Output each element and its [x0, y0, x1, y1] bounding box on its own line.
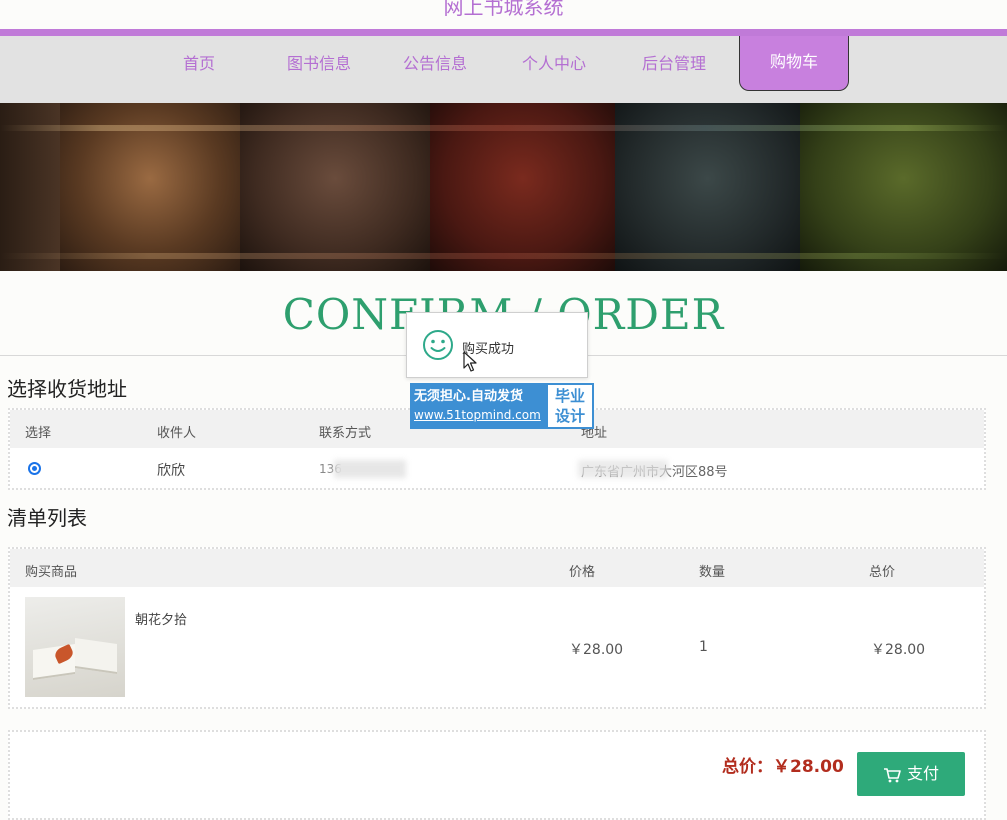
address-redaction	[578, 460, 668, 478]
item-total: ￥28.00	[871, 642, 926, 658]
nav-cart[interactable]: 购物车	[739, 36, 849, 91]
col-recipient: 收件人	[157, 426, 197, 441]
item-qty: 1	[699, 639, 708, 655]
site-title: 网上书城系统	[443, 0, 564, 19]
nav-profile[interactable]: 个人中心	[522, 50, 586, 74]
col-product: 购买商品	[25, 565, 78, 580]
nav-books[interactable]: 图书信息	[287, 50, 351, 74]
col-contact: 联系方式	[319, 426, 372, 441]
col-price: 价格	[569, 565, 596, 580]
nav-admin[interactable]: 后台管理	[642, 50, 706, 74]
watermark-text: 无须担心.自动发货 www.51topmind.com	[414, 387, 546, 423]
phone-redaction	[334, 460, 406, 478]
purchase-success-toast: 购买成功	[406, 312, 588, 378]
watermark-url: www.51topmind.com	[414, 408, 541, 422]
book-page-right	[75, 638, 117, 674]
col-select: 选择	[25, 426, 52, 441]
total-label: 总价：	[722, 757, 773, 777]
nav-home[interactable]: 首页	[183, 50, 215, 74]
watermark-tag: 毕业 设计	[548, 385, 592, 427]
address-radio[interactable]	[28, 462, 41, 475]
book-cover-image[interactable]	[25, 597, 125, 697]
main-nav: 首页 图书信息 公告信息 个人中心 后台管理 购物车	[0, 36, 1007, 103]
order-total: 总价：￥28.00	[722, 752, 844, 777]
total-amount: ￥28.00	[773, 757, 844, 777]
smile-icon	[423, 330, 453, 360]
watermark-badge: 无须担心.自动发货 www.51topmind.com 毕业 设计	[410, 383, 594, 429]
watermark-tag-line2: 设计	[554, 407, 585, 425]
col-total: 总价	[869, 565, 896, 580]
pay-button[interactable]: 支付	[857, 752, 965, 796]
cart-icon	[883, 767, 901, 782]
order-section-title: 清单列表	[7, 506, 87, 530]
order-table: 购买商品 价格 数量 总价 朝花夕拾 ￥28.00 1 ￥28.00	[8, 547, 986, 709]
book-title[interactable]: 朝花夕拾	[135, 609, 187, 628]
order-table-header: 购买商品 价格 数量 总价	[10, 549, 984, 587]
col-qty: 数量	[699, 565, 726, 580]
nav-notices[interactable]: 公告信息	[403, 50, 467, 74]
watermark-slogan: 无须担心.自动发货	[414, 389, 523, 404]
item-price: ￥28.00	[569, 642, 624, 658]
header-rule	[0, 29, 1007, 36]
bookshelf-banner	[0, 103, 1007, 271]
table-row[interactable]: 欣欣 136 广东省广州市大河区88号	[10, 448, 984, 488]
pay-label: 支付	[906, 764, 939, 783]
recipient-name: 欣欣	[157, 463, 185, 479]
checkout-bar: 总价：￥28.00 支付	[8, 730, 986, 820]
mouse-cursor-icon	[463, 351, 477, 372]
address-section-title: 选择收货地址	[7, 377, 127, 401]
watermark-tag-line1: 毕业	[554, 387, 585, 405]
